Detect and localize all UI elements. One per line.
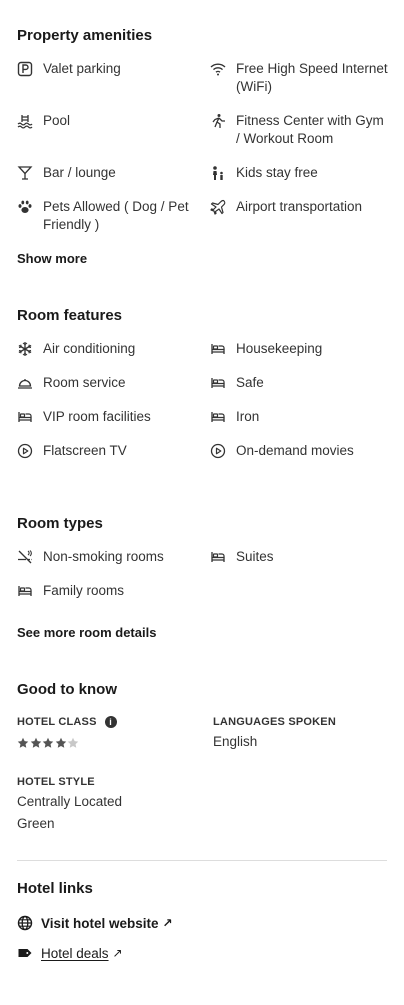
feature-label: Flatscreen TV bbox=[43, 443, 127, 458]
roomtype-suites: Suites bbox=[210, 548, 390, 566]
kids-icon bbox=[210, 165, 226, 181]
languages-label: LANGUAGES SPOKEN bbox=[213, 716, 336, 728]
amenity-label: Bar / lounge bbox=[43, 165, 116, 180]
room-types-title: Room types bbox=[17, 515, 103, 532]
bed-icon bbox=[17, 409, 33, 425]
hotel-class-stars bbox=[17, 737, 80, 749]
feature-label: Iron bbox=[236, 409, 260, 424]
feature-safe: Safe bbox=[210, 374, 390, 392]
show-more-button[interactable]: Show more bbox=[17, 251, 87, 266]
feature-label: Safe bbox=[236, 375, 264, 390]
cloche-icon bbox=[17, 375, 33, 391]
feature-room-service: Room service bbox=[17, 374, 199, 392]
bed-icon bbox=[210, 375, 226, 391]
amenity-pool: Pool bbox=[17, 112, 199, 130]
amenity-bar: Bar / lounge bbox=[17, 164, 199, 182]
amenity-label: Fitness Center with Gym / Workout Room bbox=[236, 113, 384, 146]
star-icon bbox=[30, 737, 41, 748]
see-more-room-details-button[interactable]: See more room details bbox=[17, 625, 156, 640]
hotel-links-title: Hotel links bbox=[17, 880, 93, 897]
external-link-icon: ↗ bbox=[112, 946, 123, 960]
feature-label: Room service bbox=[43, 375, 126, 390]
feature-label: VIP room facilities bbox=[43, 409, 151, 424]
bed-icon bbox=[210, 341, 226, 357]
play-icon bbox=[210, 443, 226, 459]
cocktail-icon bbox=[17, 165, 33, 181]
hotel-deals-label: Hotel deals bbox=[41, 945, 109, 961]
hotel-style-value: Centrally Located bbox=[17, 794, 123, 809]
feature-air-conditioning: Air conditioning bbox=[17, 340, 199, 358]
amenity-airport: Airport transportation bbox=[210, 198, 390, 216]
wifi-icon bbox=[210, 61, 226, 77]
globe-icon bbox=[17, 915, 33, 931]
divider bbox=[17, 860, 387, 861]
play-icon bbox=[17, 443, 33, 459]
star-icon bbox=[55, 737, 66, 748]
no-smoking-icon bbox=[17, 549, 33, 565]
feature-label: Air conditioning bbox=[43, 341, 136, 356]
star-icon bbox=[17, 737, 29, 748]
amenity-kids: Kids stay free bbox=[210, 164, 390, 182]
bed-icon bbox=[17, 583, 33, 599]
amenity-label: Kids stay free bbox=[236, 165, 318, 180]
bed-icon bbox=[210, 549, 226, 565]
star-icon bbox=[67, 737, 79, 748]
feature-label: Housekeeping bbox=[236, 341, 323, 356]
good-to-know-title: Good to know bbox=[17, 681, 117, 698]
info-icon[interactable]: i bbox=[104, 716, 117, 729]
amenity-label: Airport transportation bbox=[236, 199, 363, 214]
hotel-style-value: Green bbox=[17, 816, 55, 831]
snowflake-icon bbox=[17, 341, 33, 357]
languages-value: English bbox=[213, 734, 258, 749]
parking-icon bbox=[17, 61, 33, 77]
amenity-label: Free High Speed Internet (WiFi) bbox=[236, 61, 388, 94]
amenity-wifi: Free High Speed Internet (WiFi) bbox=[210, 60, 390, 96]
hotel-class-label-text: HOTEL CLASS bbox=[17, 716, 97, 728]
hotel-class-label: HOTEL CLASS i bbox=[17, 716, 117, 729]
roomtype-label: Suites bbox=[236, 549, 274, 564]
amenity-label: Pool bbox=[43, 113, 71, 128]
feature-housekeeping: Housekeeping bbox=[210, 340, 390, 358]
pool-icon bbox=[17, 113, 33, 129]
amenity-pets: Pets Allowed ( Dog / Pet Friendly ) bbox=[17, 198, 199, 234]
feature-vip: VIP room facilities bbox=[17, 408, 199, 426]
paw-icon bbox=[17, 199, 33, 215]
external-link-icon: ↗ bbox=[162, 916, 173, 930]
plane-icon bbox=[210, 199, 226, 215]
bed-icon bbox=[210, 409, 226, 425]
visit-hotel-website-label: Visit hotel website bbox=[41, 915, 159, 931]
amenity-fitness: Fitness Center with Gym / Workout Room bbox=[210, 112, 390, 148]
hotel-style-label: HOTEL STYLE bbox=[17, 776, 95, 788]
feature-iron: Iron bbox=[210, 408, 390, 426]
roomtype-label: Non-smoking rooms bbox=[43, 549, 164, 564]
roomtype-label: Family rooms bbox=[43, 583, 125, 598]
amenity-valet-parking: Valet parking bbox=[17, 60, 199, 78]
star-icon bbox=[42, 737, 54, 748]
visit-hotel-website-link[interactable]: Visit hotel website ↗ bbox=[17, 915, 173, 931]
room-features-title: Room features bbox=[17, 307, 123, 324]
feature-on-demand-movies: On-demand movies bbox=[210, 442, 390, 460]
amenity-label: Pets Allowed ( Dog / Pet Friendly ) bbox=[43, 199, 189, 232]
roomtype-family: Family rooms bbox=[17, 582, 199, 600]
hotel-deals-link[interactable]: Hotel deals ↗ bbox=[17, 945, 123, 961]
feature-label: On-demand movies bbox=[236, 443, 354, 458]
amenity-label: Valet parking bbox=[43, 61, 121, 76]
fitness-icon bbox=[210, 113, 226, 129]
feature-flatscreen-tv: Flatscreen TV bbox=[17, 442, 199, 460]
amenities-title: Property amenities bbox=[17, 27, 153, 44]
roomtype-non-smoking: Non-smoking rooms bbox=[17, 548, 199, 566]
tag-icon bbox=[17, 945, 33, 961]
